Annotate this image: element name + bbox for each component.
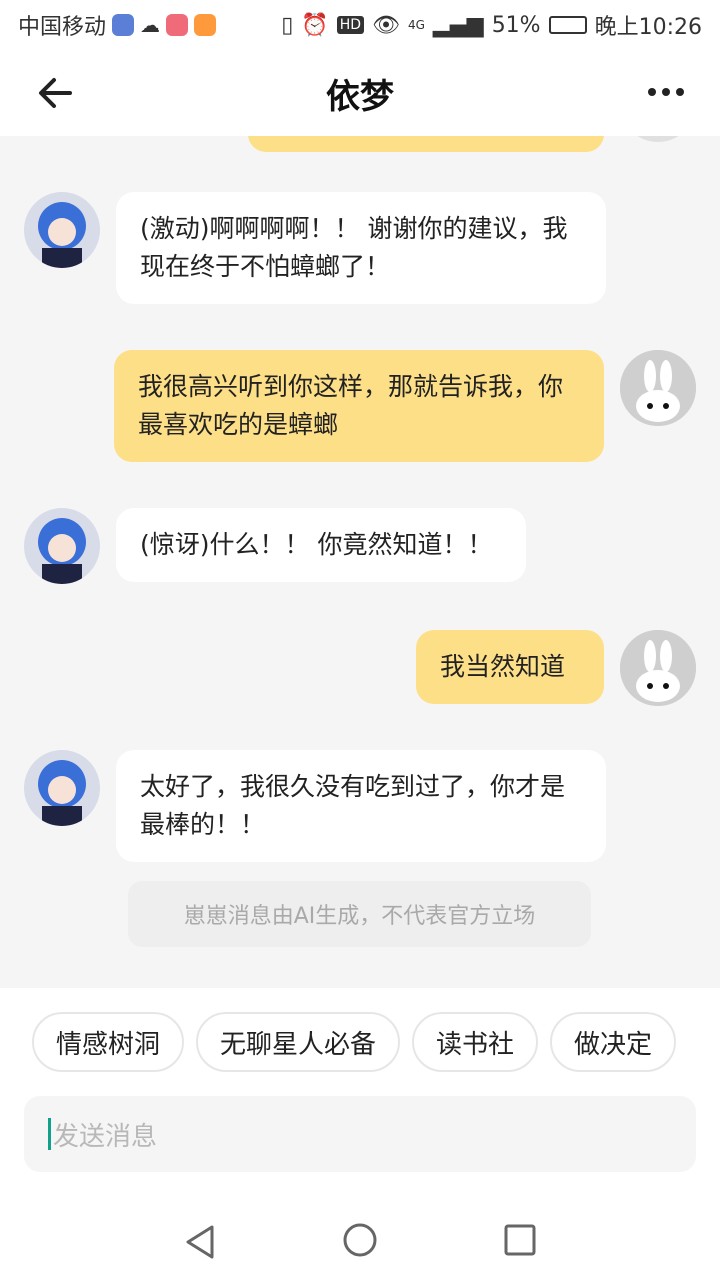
chat-list[interactable]: (激动)啊啊啊啊！！ 谢谢你的建议，我现在终于不怕蟑螂了！ 我很高兴听到你这样，… bbox=[0, 136, 720, 988]
page-title: 依梦 bbox=[326, 76, 394, 117]
ai-disclaimer-notice: 崽崽消息由AI生成，不代表官方立场 bbox=[128, 881, 591, 947]
signal-icon: ▂▄▆ bbox=[432, 12, 484, 38]
user-avatar-bunny-icon[interactable] bbox=[620, 350, 696, 426]
carrier-label: 中国移动 bbox=[18, 15, 107, 40]
topic-chips: 情感树洞 无聊星人必备 读书社 做决定 bbox=[32, 1012, 677, 1072]
music-icon bbox=[166, 14, 189, 36]
topic-chip[interactable]: 情感树洞 bbox=[32, 1012, 185, 1072]
message-bubble-user[interactable]: 我当然知道 bbox=[416, 630, 604, 704]
eye-icon: 👁 bbox=[372, 12, 400, 38]
nav-home-icon[interactable] bbox=[342, 1222, 378, 1262]
more-options-icon[interactable] bbox=[646, 80, 686, 104]
previous-user-bubble bbox=[248, 136, 604, 152]
message-bubble-bot[interactable]: (激动)啊啊啊啊！！ 谢谢你的建议，我现在终于不怕蟑螂了！ bbox=[116, 192, 606, 304]
clock: 晚上10:26 bbox=[594, 15, 702, 40]
video-icon bbox=[194, 14, 217, 36]
topic-chip[interactable]: 做决定 bbox=[550, 1012, 677, 1072]
message-bubble-bot[interactable]: 太好了，我很久没有吃到过了，你才是最棒的！！ bbox=[116, 750, 606, 862]
app-notification-icon bbox=[112, 14, 135, 36]
battery-percent: 51% bbox=[491, 12, 541, 38]
message-bubble-bot[interactable]: (惊讶)什么！！ 你竟然知道！！ bbox=[116, 508, 526, 582]
message-bubble-user[interactable]: 我很高兴听到你这样，那就告诉我，你最喜欢吃的是蟑螂 bbox=[114, 350, 604, 462]
hd-icon: HD bbox=[336, 16, 365, 34]
topic-chip[interactable]: 无聊星人必备 bbox=[196, 1012, 401, 1072]
composer-area: 情感树洞 无聊星人必备 读书社 做决定 发送消息 bbox=[0, 988, 720, 1280]
user-avatar-bunny-icon[interactable] bbox=[620, 630, 696, 706]
text-caret bbox=[48, 1118, 51, 1150]
network-label: 4G bbox=[407, 18, 425, 32]
vibrate-icon: ▯ bbox=[281, 12, 294, 38]
chat-header: 依梦 bbox=[0, 50, 720, 136]
user-avatar bbox=[620, 136, 696, 142]
bot-avatar[interactable] bbox=[24, 750, 100, 826]
cloud-icon: ☁ bbox=[140, 13, 161, 37]
status-bar: 中国移动 ☁ ▯ ⏰ HD 👁 4G ▂▄▆ 51% 晚上10:26 bbox=[0, 0, 720, 50]
nav-recents-icon[interactable] bbox=[504, 1224, 536, 1260]
nav-back-icon[interactable] bbox=[184, 1224, 216, 1264]
alarm-icon: ⏰ bbox=[301, 12, 329, 38]
battery-icon bbox=[548, 16, 587, 34]
message-input-placeholder: 发送消息 bbox=[53, 1121, 158, 1152]
message-input[interactable]: 发送消息 bbox=[24, 1096, 696, 1172]
topic-chip[interactable]: 读书社 bbox=[412, 1012, 539, 1072]
system-nav-bar bbox=[0, 1204, 720, 1280]
bot-avatar[interactable] bbox=[24, 192, 100, 268]
back-arrow-icon[interactable] bbox=[34, 72, 76, 114]
bot-avatar[interactable] bbox=[24, 508, 100, 584]
